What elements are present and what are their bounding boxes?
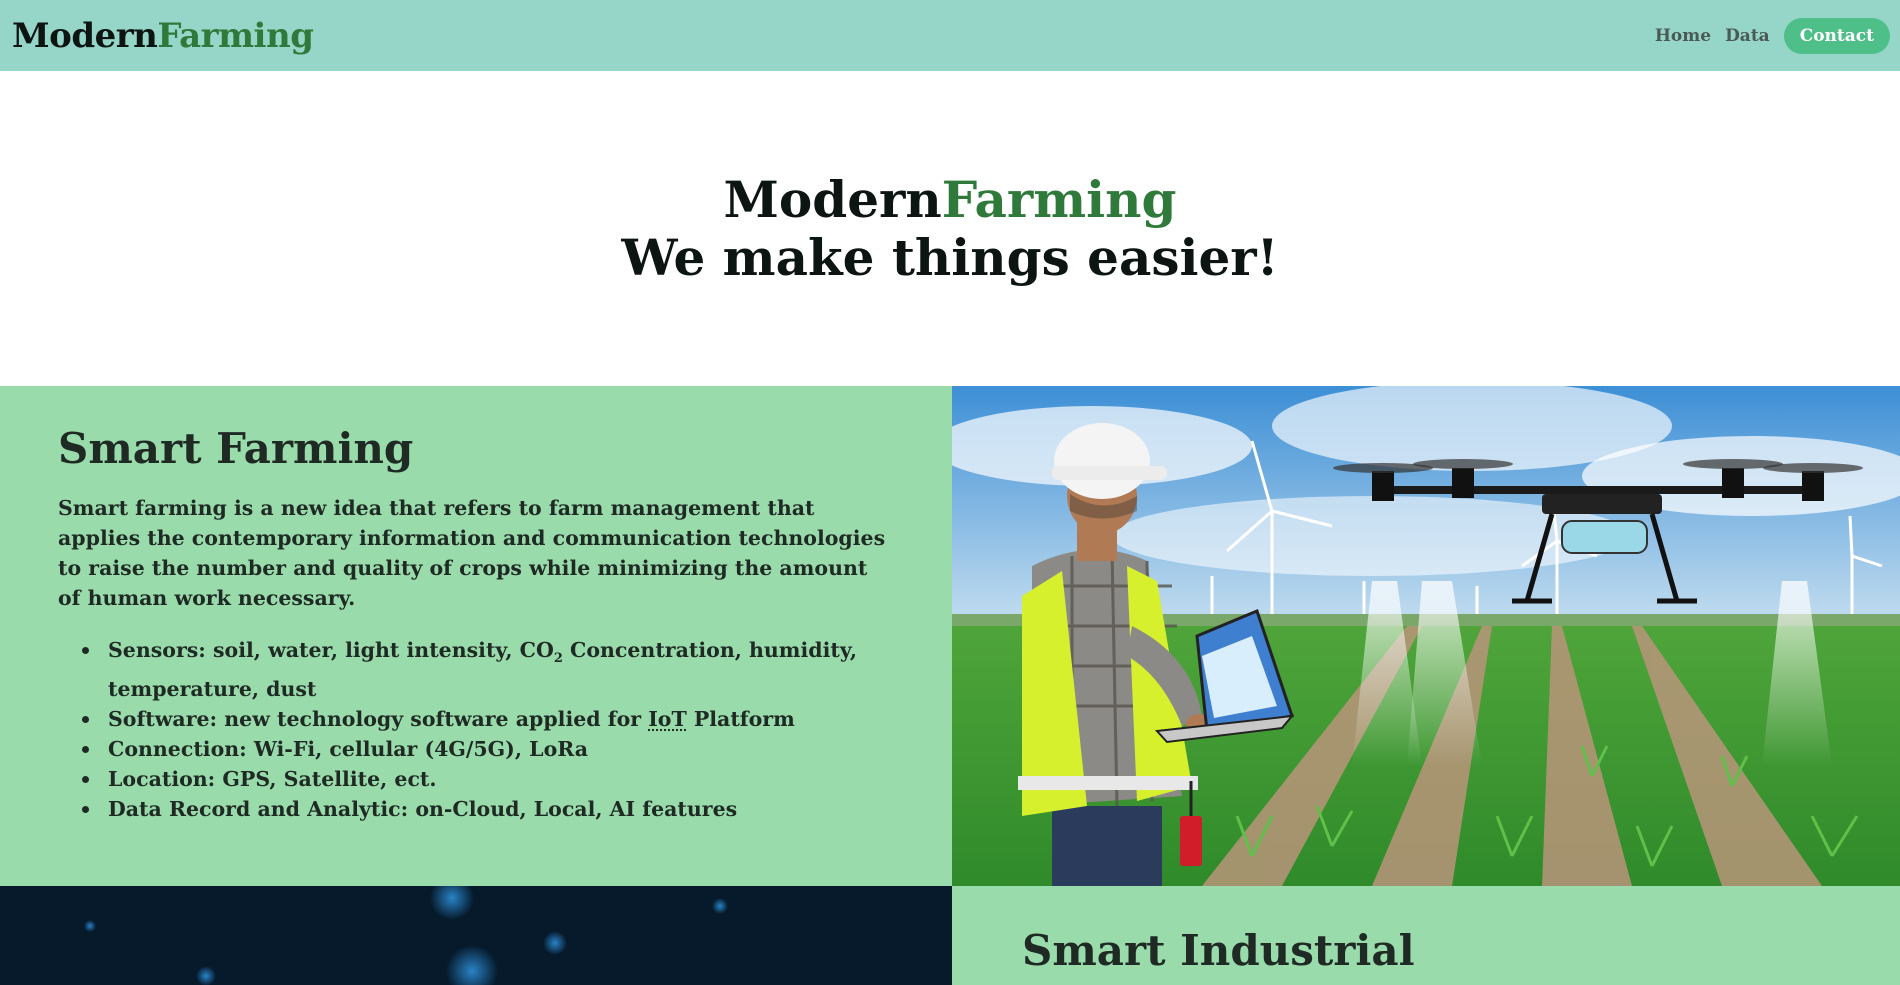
digital-particles-background-icon (0, 886, 952, 985)
smart-industrial-section: Smart Industrial (952, 886, 1900, 985)
smart-industrial-title: Smart Industrial (1022, 926, 1415, 975)
nav-links: Home Data Contact (1655, 17, 1890, 54)
co2-subscript: 2 (553, 651, 563, 667)
tech-background-image (0, 886, 952, 985)
list-item-data-record: Data Record and Analytic: on-Cloud, Loca… (82, 794, 894, 824)
farmer-with-laptop-and-drone-icon (952, 386, 1900, 886)
brand-part-farming: Farming (157, 15, 314, 56)
iot-abbreviation[interactable]: IoT (648, 707, 687, 731)
hero-title-farming: Farming (941, 170, 1177, 229)
hero-tagline: We make things easier! (621, 227, 1279, 287)
drone-farm-image (952, 386, 1900, 886)
hero-section: ModernFarming We make things easier! (0, 71, 1900, 386)
list-item-connection: Connection: Wi-Fi, cellular (4G/5G), LoR… (82, 734, 894, 764)
hero-title: ModernFarming (724, 171, 1177, 229)
smart-farming-description: Smart farming is a new idea that refers … (58, 496, 886, 610)
brand-logo[interactable]: ModernFarming (12, 15, 314, 56)
navbar: ModernFarming Home Data Contact (0, 0, 1900, 71)
smart-farming-title: Smart Farming (58, 424, 414, 473)
software-text-end: Platform (686, 707, 795, 732)
nav-link-home[interactable]: Home (1655, 26, 1711, 46)
smart-farming-section: Smart Farming Smart farming is a new ide… (0, 386, 952, 886)
list-item-software: Software: new technology software applie… (82, 704, 894, 734)
list-item-sensors: Sensors: soil, water, light intensity, C… (82, 635, 894, 704)
list-item-location: Location: GPS, Satellite, ect. (82, 764, 894, 794)
hero-title-modern: Modern (723, 170, 942, 229)
software-text-start: Software: new technology software applie… (108, 707, 649, 732)
contact-button[interactable]: Contact (1783, 17, 1890, 54)
sensors-text-start: Sensors: soil, water, light intensity, C… (108, 638, 554, 662)
brand-part-modern: Modern (12, 15, 158, 56)
nav-link-data[interactable]: Data (1725, 26, 1770, 46)
smart-farming-list: Sensors: soil, water, light intensity, C… (58, 635, 894, 824)
